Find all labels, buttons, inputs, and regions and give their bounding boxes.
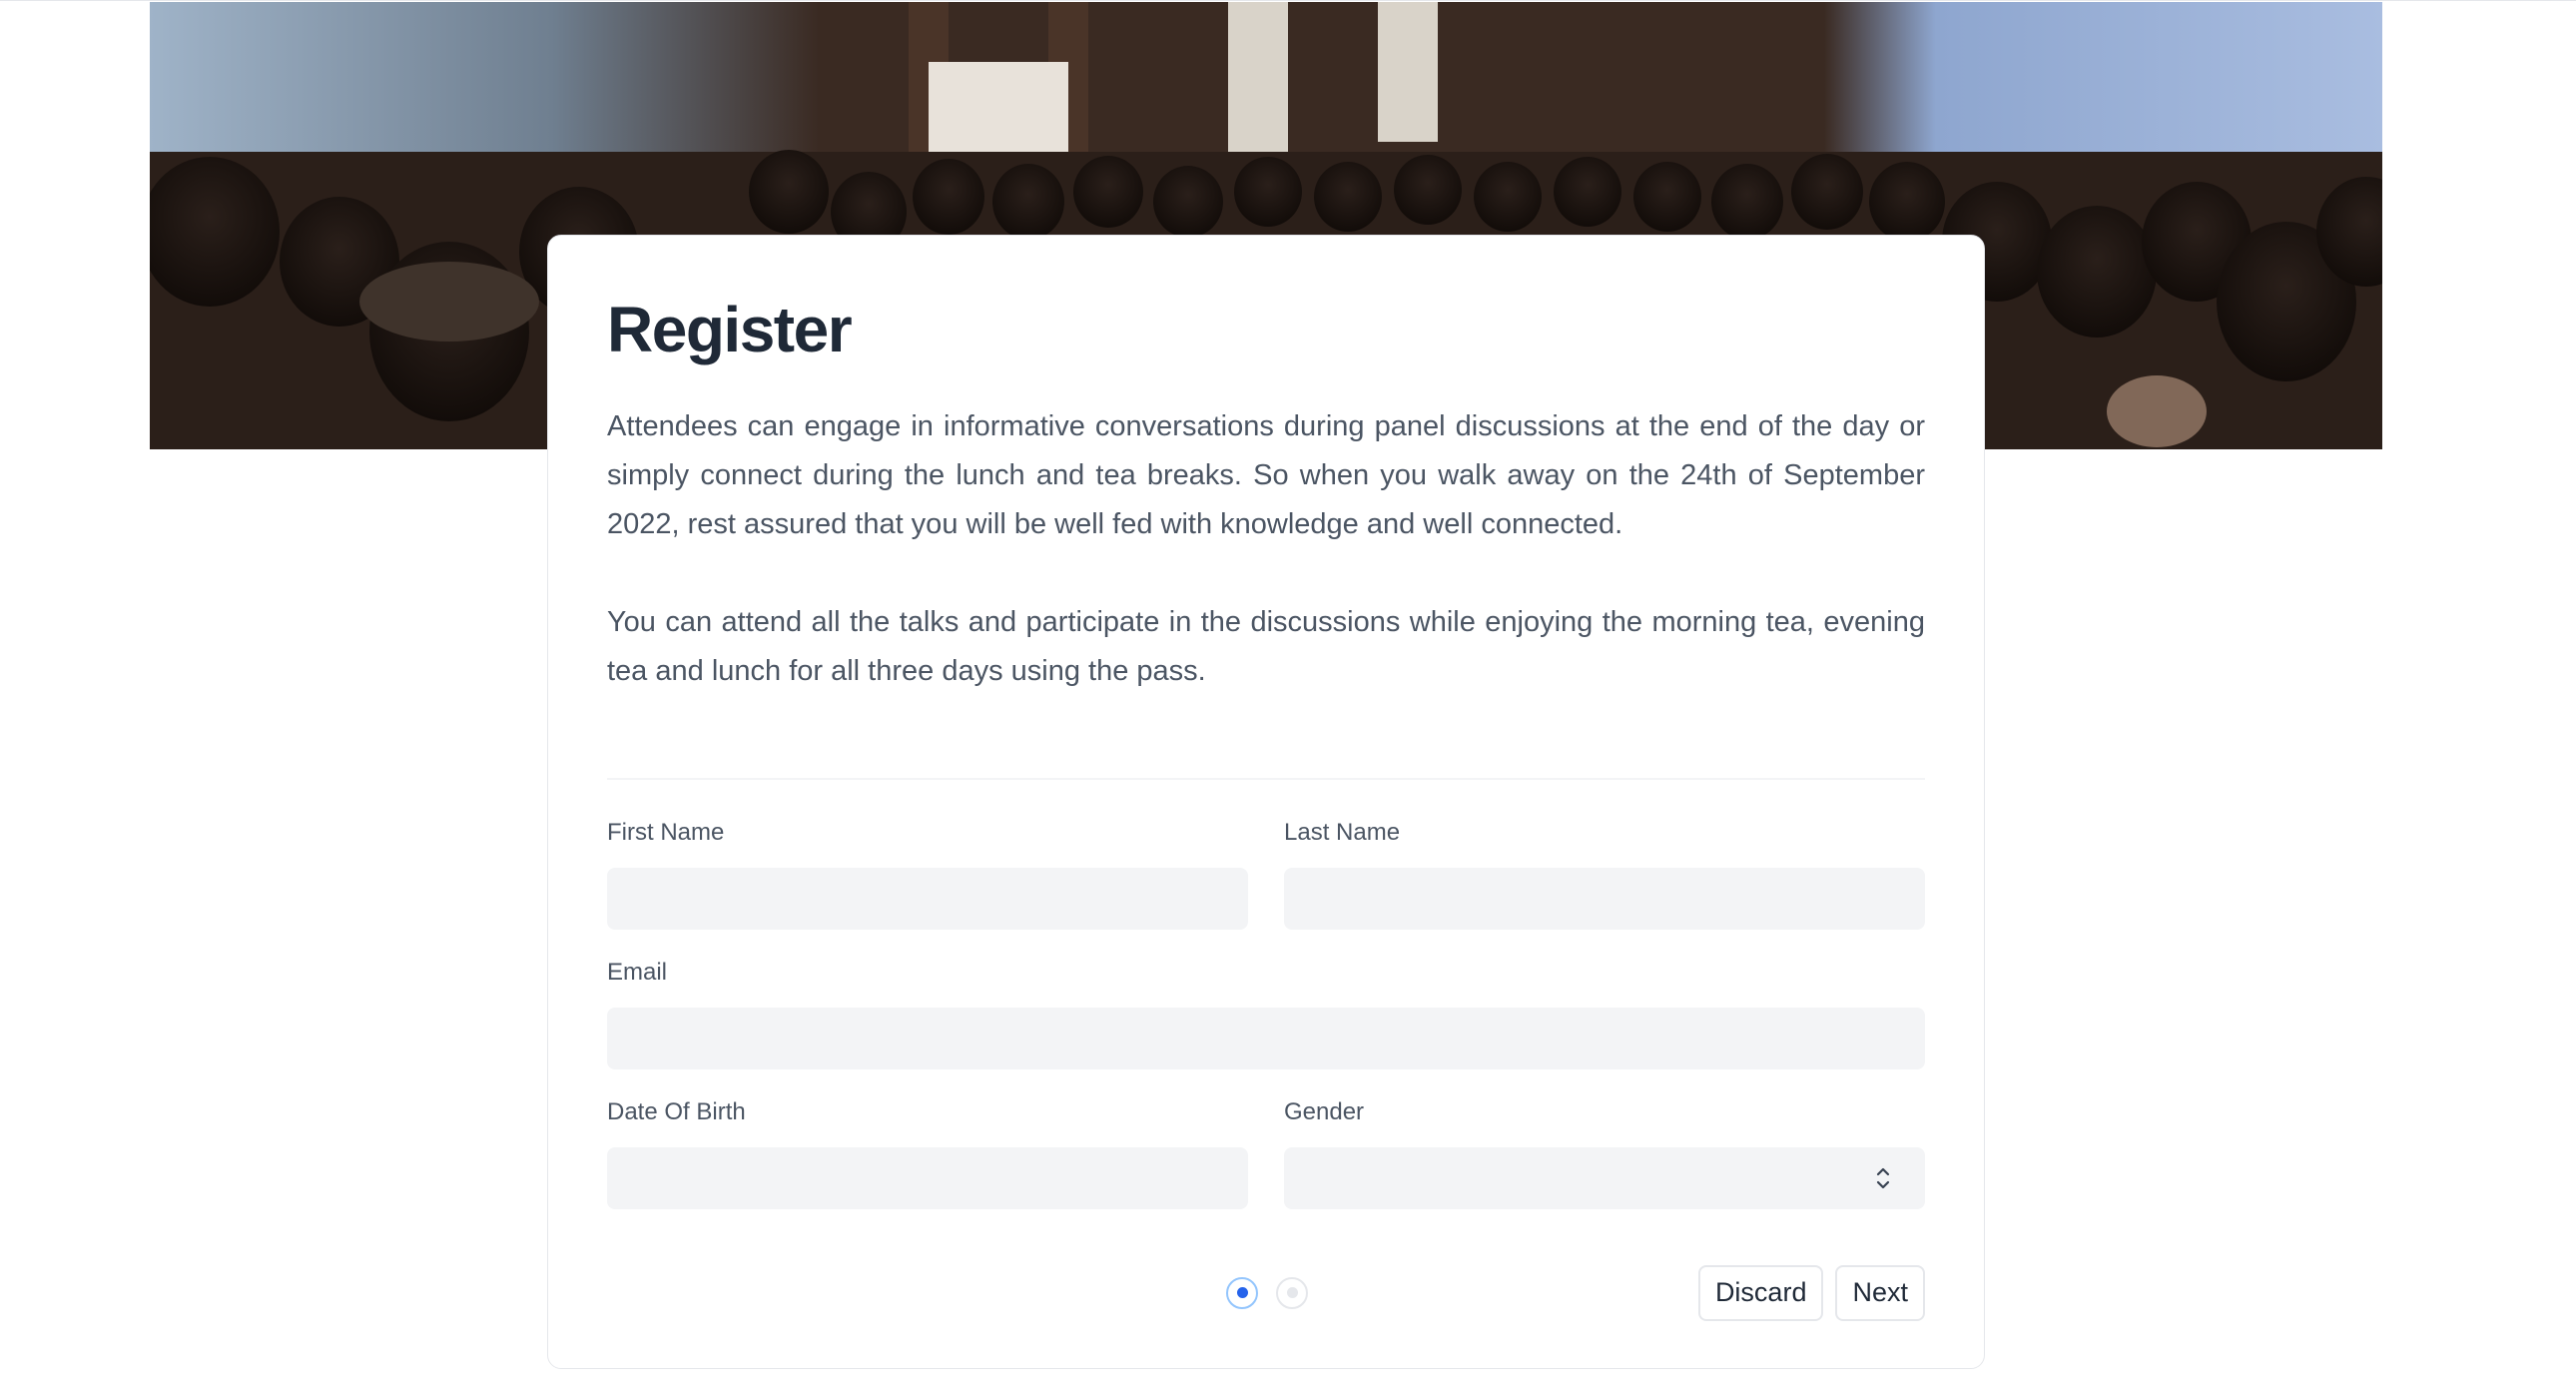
gender-select[interactable]	[1284, 1146, 1925, 1209]
register-card: Register Attendees can engage in informa…	[547, 235, 1985, 1369]
top-divider	[0, 0, 2576, 1]
chevron-up-down-icon	[1876, 1167, 1890, 1188]
discard-button[interactable]: Discard	[1697, 1264, 1824, 1321]
last-name-label: Last Name	[1284, 818, 1401, 846]
email-label: Email	[607, 958, 668, 986]
step-dot-1[interactable]	[1226, 1276, 1258, 1309]
first-name-label: First Name	[607, 818, 725, 846]
section-divider	[607, 777, 1925, 780]
last-name-input[interactable]	[1284, 867, 1925, 930]
email-field: Email	[607, 958, 1925, 1069]
date-of-birth-input[interactable]	[607, 1146, 1248, 1209]
first-name-input[interactable]	[607, 867, 1248, 930]
step-indicator	[1226, 1276, 1308, 1309]
email-input[interactable]	[607, 1007, 1925, 1069]
first-name-field: First Name	[607, 818, 1248, 930]
event-description: Attendees can engage in informative conv…	[607, 402, 1925, 696]
description-paragraph: You can attend all the talks and partici…	[607, 605, 1925, 687]
last-name-field: Last Name	[1284, 818, 1925, 930]
step-dot-2[interactable]	[1276, 1276, 1308, 1309]
gender-field: Gender	[1284, 1097, 1925, 1209]
description-paragraph: Attendees can engage in informative conv…	[607, 409, 1925, 540]
form-actions: Discard Next	[1697, 1264, 1925, 1321]
page-title: Register	[607, 294, 853, 365]
date-of-birth-label: Date Of Birth	[607, 1097, 746, 1125]
registration-form: First Name Last Name Email Date Of Birth…	[607, 818, 1925, 1325]
gender-label: Gender	[1284, 1097, 1365, 1125]
next-button[interactable]: Next	[1835, 1264, 1925, 1321]
form-footer: Discard Next	[607, 1264, 1925, 1325]
date-of-birth-field: Date Of Birth	[607, 1097, 1248, 1209]
